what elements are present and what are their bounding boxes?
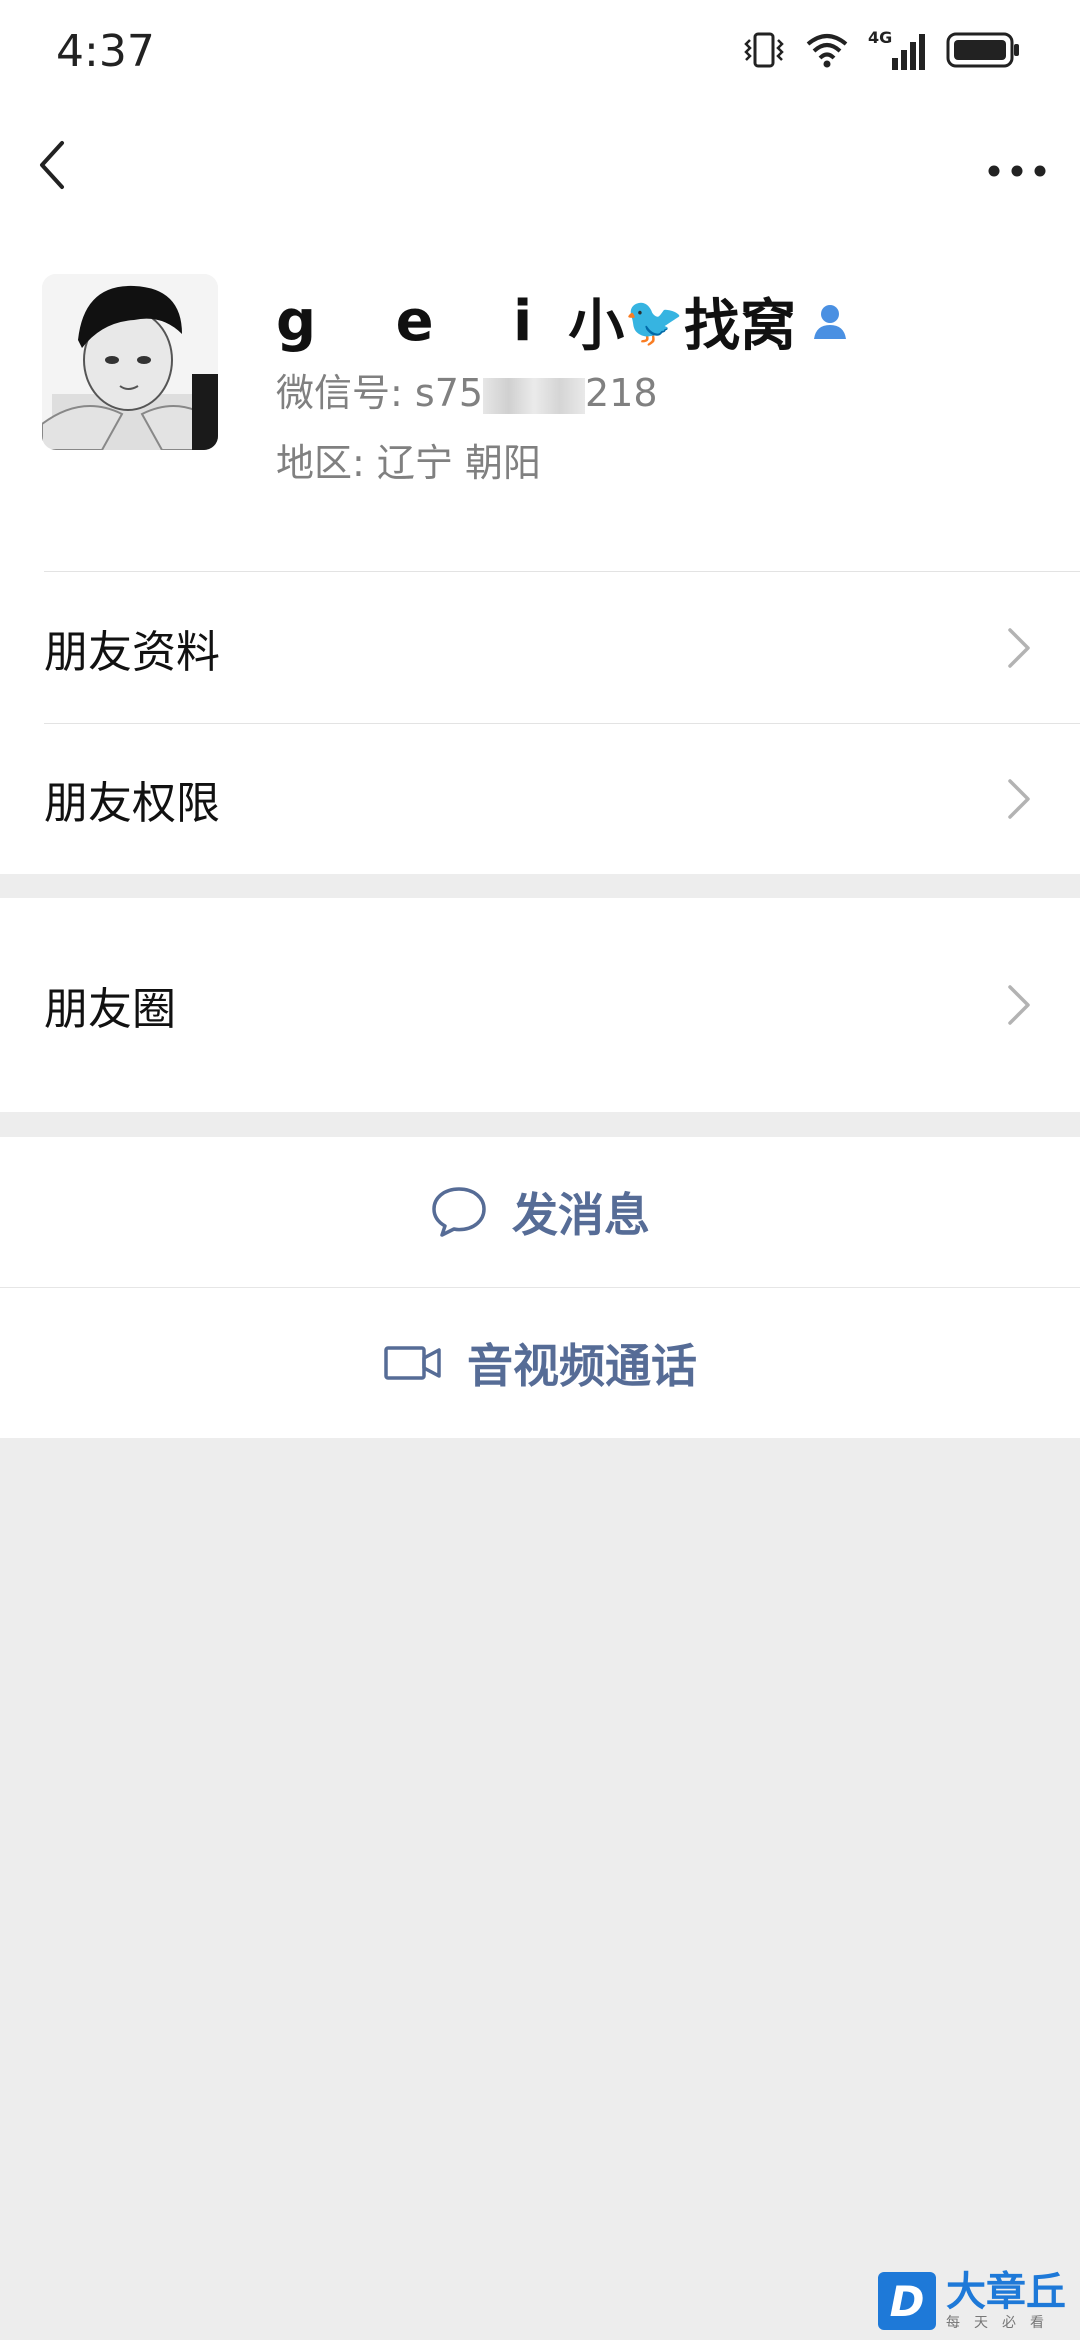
chat-bubble-icon bbox=[432, 1187, 486, 1237]
wechat-id-start: s75 bbox=[414, 371, 484, 415]
menu-group-info: 朋友资料 朋友权限 bbox=[0, 572, 1080, 874]
status-time: 4:37 bbox=[56, 26, 155, 77]
redaction-blur bbox=[483, 377, 586, 414]
status-bar: 4:37 4G bbox=[0, 0, 1080, 110]
watermark-logo: D bbox=[878, 2272, 936, 2330]
menu-item-friend-permissions[interactable]: 朋友权限 bbox=[0, 723, 1080, 874]
avatar-photo bbox=[42, 274, 218, 450]
signal-icon: 4G bbox=[868, 28, 928, 74]
menu-item-label: 朋友资料 bbox=[44, 626, 220, 678]
video-call-label: 音视频通话 bbox=[467, 1339, 697, 1393]
chevron-right-icon bbox=[1008, 985, 1030, 1025]
send-message-label: 发消息 bbox=[512, 1188, 650, 1242]
wechat-id-end: 218 bbox=[585, 371, 658, 415]
chevron-right-icon bbox=[1008, 627, 1030, 668]
profile-header: g e i 小 🐦 找窝 微信号: s75 218 地区: 辽宁 朝阳 bbox=[0, 220, 1080, 572]
menu-item-label: 朋友权限 bbox=[44, 777, 220, 829]
avatar[interactable] bbox=[42, 274, 218, 450]
back-button[interactable] bbox=[30, 135, 90, 195]
video-camera-icon bbox=[384, 1346, 441, 1380]
chevron-right-icon bbox=[1008, 778, 1030, 819]
watermark-text: 大章丘 每天必看 bbox=[946, 2270, 1066, 2332]
menu-item-friend-profile[interactable]: 朋友资料 bbox=[0, 572, 1080, 723]
back-chevron-icon bbox=[40, 141, 64, 189]
watermark-subtitle: 每天必看 bbox=[946, 2315, 1058, 2331]
region-label: 地区: bbox=[276, 441, 377, 485]
watermark-title: 大章丘 bbox=[946, 2269, 1066, 2315]
region: 地区: 辽宁 朝阳 bbox=[276, 432, 541, 487]
action-group: 发消息 音视频通话 bbox=[0, 1137, 1080, 1438]
battery-icon bbox=[946, 30, 1022, 74]
wechat-id: 微信号: s75 218 bbox=[276, 362, 658, 417]
nickname-part-3: 找窝 bbox=[684, 293, 797, 359]
more-button[interactable] bbox=[982, 135, 1052, 195]
video-call-button[interactable]: 音视频通话 bbox=[0, 1288, 1080, 1438]
menu-item-moments[interactable]: 朋友圈 bbox=[0, 898, 1080, 1112]
status-icons: 4G bbox=[742, 28, 1022, 74]
top-bar bbox=[0, 110, 1080, 220]
vibrate-icon bbox=[742, 30, 786, 74]
send-message-button[interactable]: 发消息 bbox=[0, 1137, 1080, 1287]
more-dots-icon bbox=[988, 165, 1046, 177]
bird-emoji: 🐦 bbox=[624, 293, 685, 350]
menu-item-label: 朋友圈 bbox=[44, 984, 176, 1035]
nickname-part-2: 小 bbox=[568, 293, 625, 359]
menu-group-moments: 朋友圈 bbox=[0, 898, 1080, 1112]
region-value: 辽宁 朝阳 bbox=[376, 441, 541, 485]
wifi-icon bbox=[804, 30, 850, 74]
wechat-id-label: 微信号: bbox=[276, 371, 415, 415]
profile-nickname: g e i 小 🐦 找窝 bbox=[276, 276, 850, 366]
nickname-part-1: g e i bbox=[276, 288, 563, 354]
watermark: D 大章丘 每天必看 bbox=[878, 2270, 1066, 2332]
contact-person-icon bbox=[810, 301, 850, 341]
